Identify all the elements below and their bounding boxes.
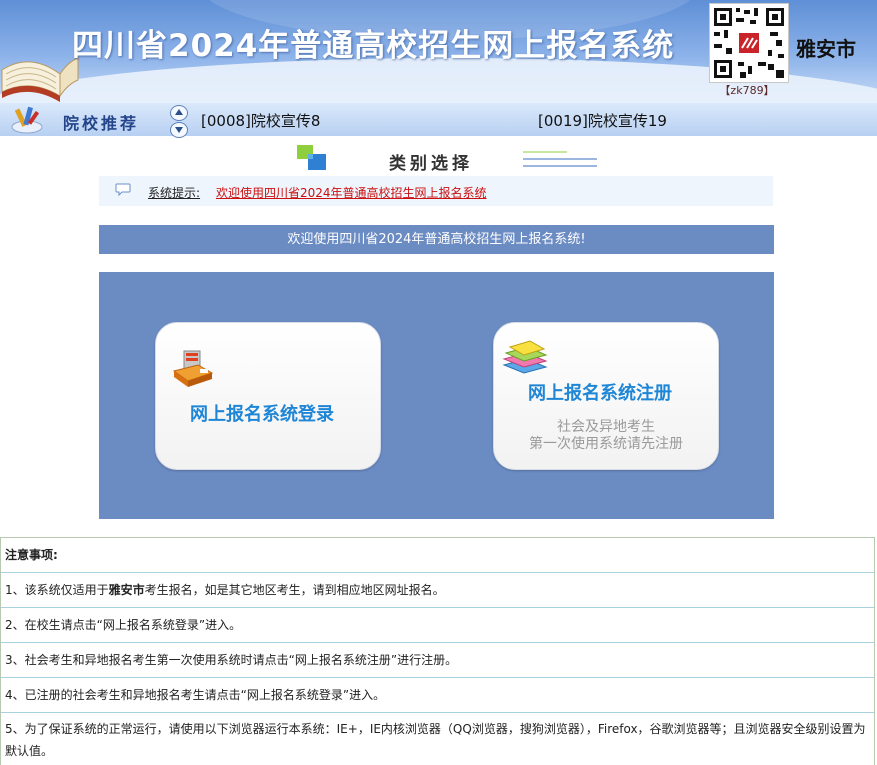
note-item: 1、该系统仅适用于雅安市考生报名，如是其它地区考生，请到相应地区网址报名。	[1, 573, 874, 608]
qr-code-icon	[714, 8, 784, 78]
login-title: 网上报名系统登录	[190, 404, 334, 425]
decorative-lines	[523, 151, 597, 167]
recommend-label: 院校推荐	[63, 114, 140, 133]
qr-caption: 【zk789】	[719, 84, 775, 97]
notice-label: 系统提示:	[148, 186, 201, 200]
note-item: 5、为了保证系统的正常运行，请使用以下浏览器运行本系统：IE+，IE内核浏览器（…	[5, 722, 866, 758]
recommend-bar: 院校推荐 [0008]院校宣传8 [0019]院校宣传19	[0, 103, 877, 138]
header-banner: 四川省2024年普通高校招生网上报名系统 【zk789】 雅安市	[0, 0, 877, 103]
system-notice: 系统提示: 欢迎使用四川省2024年普通高校招生网上报名系统	[99, 176, 773, 206]
category-icon	[297, 145, 326, 170]
note-item: 3、社会考生和异地报名考生第一次使用系统时请点击“网上报名系统注册”进行注册。	[1, 643, 874, 678]
notes-table: 注意事项: 1、该系统仅适用于雅安市考生报名，如是其它地区考生，请到相应地区网址…	[0, 537, 875, 765]
register-title: 网上报名系统注册	[528, 383, 672, 404]
books-icon	[502, 340, 548, 374]
scroll-up-icon[interactable]	[170, 105, 188, 121]
qr-code-image	[709, 3, 789, 83]
register-button[interactable]: 网上报名系统注册 社会及异地考生 第一次使用系统请先注册	[493, 322, 719, 470]
category-title: 类别选择	[389, 154, 473, 174]
notice-link[interactable]: 欢迎使用四川省2024年普通高校招生网上报名系统	[216, 184, 487, 201]
speech-bubble-icon	[115, 183, 131, 197]
register-subtitle: 第一次使用系统请先注册	[529, 436, 683, 452]
note-text: 考生报名，如是其它地区考生，请到相应地区网址报名。	[144, 583, 445, 597]
open-book-icon	[1, 57, 79, 102]
note-text: 1、该系统仅适用于	[5, 583, 109, 597]
note-item: 4、已注册的社会考生和异地报名考生请点击“网上报名系统登录”进入。	[1, 678, 874, 713]
notes-heading: 注意事项:	[1, 538, 874, 573]
welcome-banner: 欢迎使用四川省2024年普通高校招生网上报名系统!	[99, 225, 774, 254]
scroll-arrows	[170, 105, 188, 138]
city-name: 雅安市	[796, 37, 856, 61]
recommend-item[interactable]: [0019]院校宣传19	[538, 110, 667, 131]
page-title: 四川省2024年普通高校招生网上报名系统	[72, 28, 675, 64]
scroll-down-icon[interactable]	[170, 122, 188, 138]
note-item: 2、在校生请点击“网上报名系统登录”进入。	[1, 608, 874, 643]
main-panel: 网上报名系统登录 网上报名系统注册 社会及异地考生 第一次使用系统请先注册	[99, 272, 774, 519]
recommend-item[interactable]: [0008]院校宣传8	[201, 110, 320, 131]
computer-icon	[172, 350, 214, 387]
login-button[interactable]: 网上报名系统登录	[155, 322, 381, 470]
pencil-icon	[11, 106, 43, 134]
note-city: 雅安市	[108, 583, 145, 597]
